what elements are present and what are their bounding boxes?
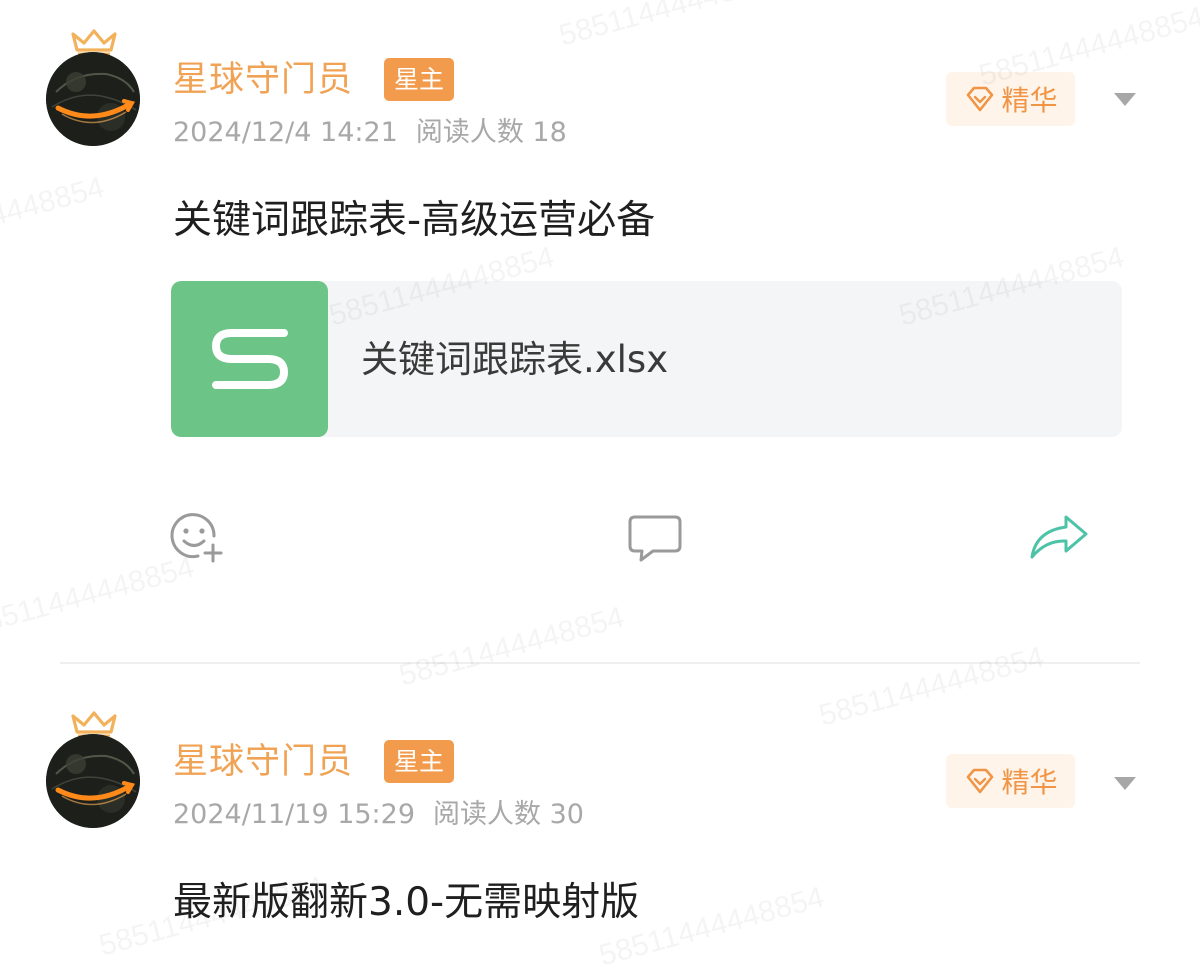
chevron-down-icon[interactable]	[1112, 90, 1138, 108]
author-name[interactable]: 星球守门员	[173, 738, 353, 786]
post-title[interactable]: 关键词跟踪表-高级运营必备	[173, 193, 655, 249]
comment-bubble-icon[interactable]	[627, 513, 683, 563]
owner-badge: 星主	[384, 740, 455, 783]
post-card: 星球守门员 星主 2024/11/19 15:29 阅读人数 30 精华 最新版翻…	[0, 690, 1200, 960]
author-name[interactable]: 星球守门员	[173, 56, 353, 104]
planet-avatar-icon	[46, 52, 140, 146]
post-meta: 2024/11/19 15:29 阅读人数 30	[173, 796, 584, 834]
spreadsheet-s-icon	[171, 281, 328, 437]
featured-badge: 精华	[946, 72, 1075, 126]
author-avatar-group[interactable]	[44, 28, 144, 148]
post-divider	[60, 662, 1140, 664]
s-glyph-icon	[211, 329, 288, 389]
diamond-icon	[967, 86, 994, 112]
chevron-down-icon[interactable]	[1112, 774, 1138, 792]
author-avatar-group[interactable]	[44, 710, 144, 830]
avatar[interactable]	[46, 52, 140, 146]
planet-avatar-icon	[46, 734, 140, 828]
share-arrow-icon[interactable]	[1028, 513, 1090, 561]
file-name: 关键词跟踪表.xlsx	[361, 338, 669, 381]
owner-badge: 星主	[384, 58, 455, 101]
read-count: 阅读人数 30	[433, 799, 584, 830]
emoji-add-icon[interactable]	[170, 510, 226, 564]
featured-badge: 精华	[946, 754, 1075, 808]
featured-label: 精华	[1001, 766, 1058, 799]
featured-label: 精华	[1001, 84, 1058, 117]
post-title[interactable]: 最新版翻新3.0-无需映射版	[173, 875, 639, 931]
post-date: 2024/12/4 14:21	[173, 117, 398, 148]
post-card: 星球守门员 星主 2024/12/4 14:21 阅读人数 18 精华 关键词跟踪…	[0, 0, 1200, 665]
avatar[interactable]	[46, 734, 140, 828]
file-attachment[interactable]: 关键词跟踪表.xlsx	[171, 281, 1122, 437]
post-meta: 2024/12/4 14:21 阅读人数 18	[173, 114, 567, 152]
read-count: 阅读人数 18	[415, 117, 567, 148]
diamond-icon	[967, 768, 994, 794]
post-date: 2024/11/19 15:29	[173, 799, 416, 830]
